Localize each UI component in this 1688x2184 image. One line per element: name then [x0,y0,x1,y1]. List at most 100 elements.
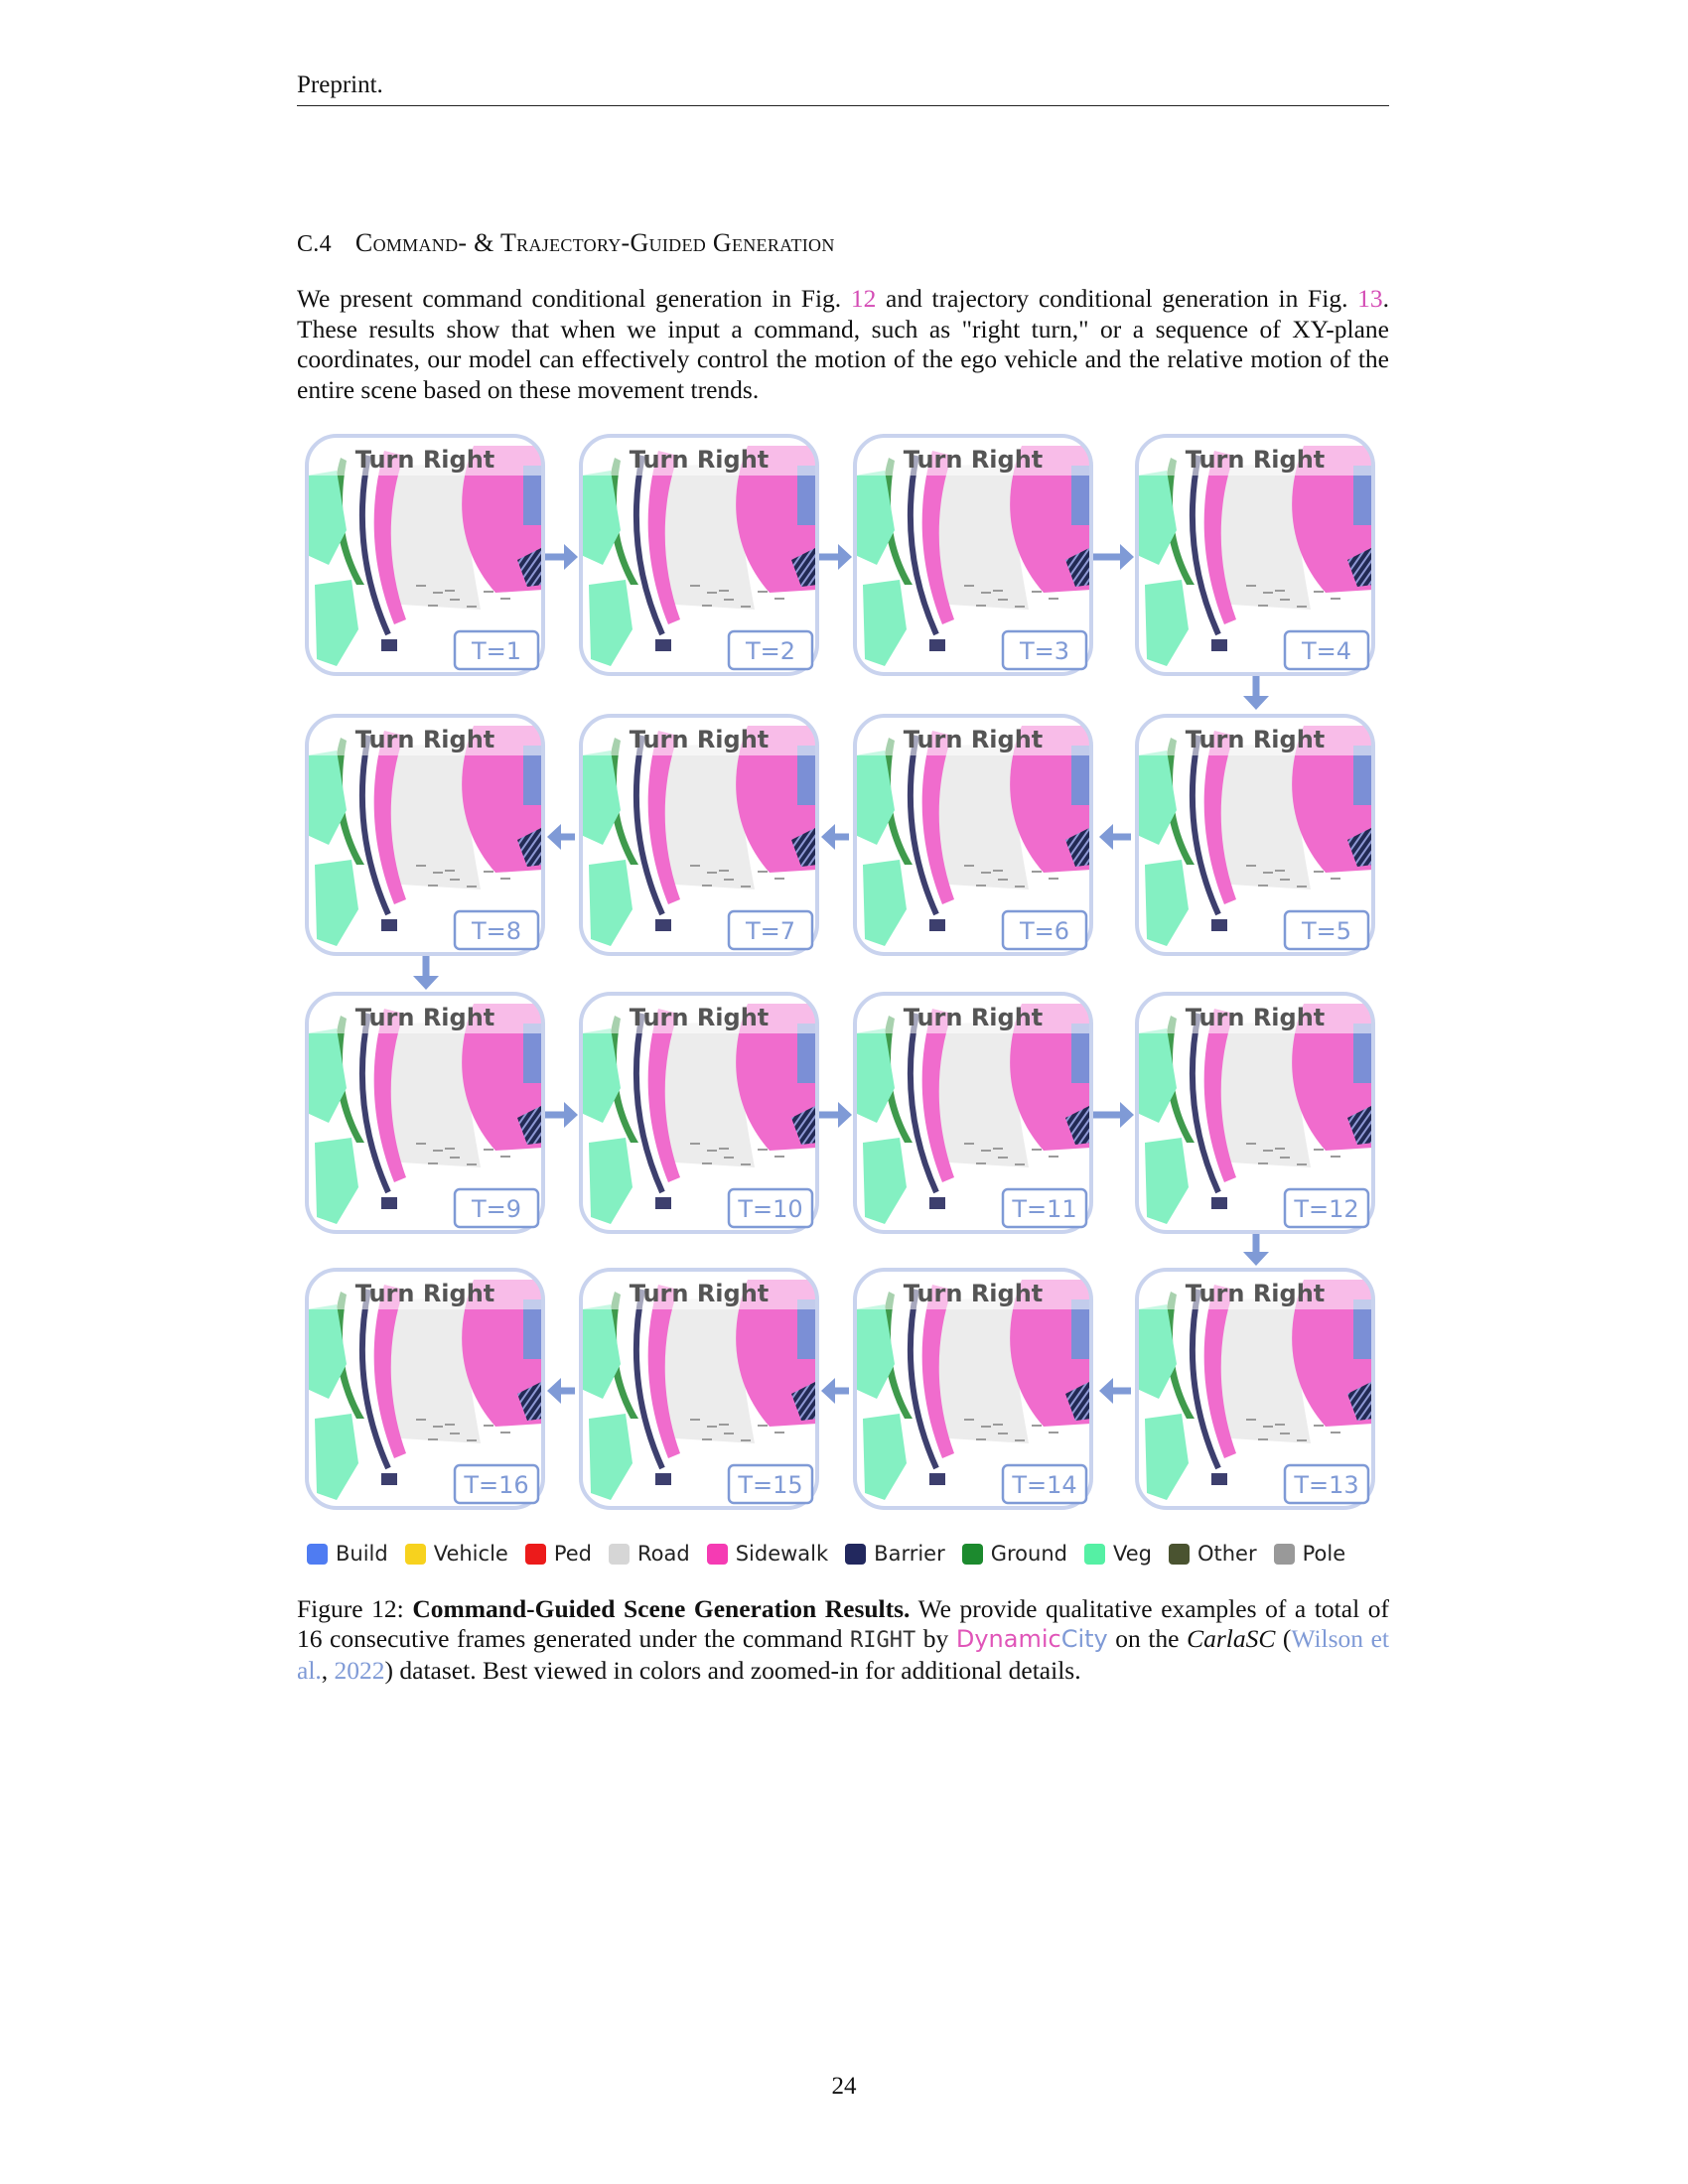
barrier-object [655,919,671,931]
legend-swatch [307,1543,328,1565]
road-speckle [1314,1425,1324,1427]
road-speckle [1297,1439,1307,1441]
caption-text: ( [1275,1624,1292,1653]
scene-frame: Turn Right T=8 [305,714,545,956]
figure-ref-13[interactable]: 13 [1357,284,1383,313]
road-speckle [741,1163,751,1165]
command-label: Turn Right [1186,1004,1326,1031]
command-label: Turn Right [630,726,770,753]
road-speckle [719,870,729,872]
legend-swatch [404,1543,426,1565]
road-speckle [724,1433,734,1434]
road-speckle [500,598,510,600]
road-speckle [467,1163,477,1165]
legend-item-other: Other [1168,1542,1257,1566]
road-speckle [1280,879,1290,881]
road-speckle [964,1419,974,1421]
road-speckle [724,599,734,601]
scene-frame: Turn Right T=15 [579,1268,819,1510]
barrier-object [655,639,671,651]
road-speckle [758,1425,768,1427]
road-speckle [467,1439,477,1441]
command-label: Turn Right [355,726,495,753]
barrier-object [381,639,397,651]
scene-frame-grid: Turn RightT=1Turn RightT=2Turn RightT=3T… [305,434,1375,1510]
figure-ref-12[interactable]: 12 [851,284,877,313]
road-speckle [964,1143,974,1145]
road-speckle [774,1432,784,1433]
road-speckle [500,1432,510,1433]
scene-frame: Turn Right T=12 [1135,992,1375,1234]
time-label: T=4 [1301,637,1351,665]
caption-label: Figure 12: [297,1594,413,1623]
road-speckle [1263,1426,1273,1428]
command-label: Turn Right [904,1280,1044,1307]
scene-frame: Turn Right T=4 [1135,434,1375,676]
road-speckle [1032,1425,1042,1427]
road-speckle [467,606,477,608]
caption-text: , [321,1656,335,1685]
legend-item-ped: Ped [524,1542,592,1566]
road-speckle [484,1149,493,1151]
flow-arrow [413,956,439,990]
flow-arrow [545,1102,578,1128]
road-speckle [964,865,974,867]
road-speckle [774,1156,784,1158]
road-speckle [1314,1149,1324,1151]
road-speckle [976,885,986,887]
legend-label: Veg [1112,1542,1152,1566]
time-label: T=3 [1019,637,1069,665]
road-speckle [724,1157,734,1159]
road-speckle [445,870,455,872]
road-speckle [450,1157,460,1159]
road-speckle [433,872,443,874]
road-speckle [758,591,768,593]
scene-frame: Turn Right T=6 [853,714,1093,956]
legend-swatch [1273,1543,1295,1565]
road-speckle [1331,1432,1340,1433]
road-speckle [993,870,1003,872]
method-name-part1: Dynamic [955,1625,1061,1653]
road-speckle [1246,1143,1256,1145]
barrier-object [929,1473,945,1485]
road-speckle [1032,1149,1042,1151]
road-speckle [1297,886,1307,887]
road-speckle [1275,1148,1285,1150]
section-number: C.4 [297,231,332,257]
time-label: T=7 [745,917,795,945]
flow-arrow [1099,824,1131,850]
road-speckle [445,590,455,592]
road-speckle [1263,1150,1273,1152]
barrier-object [381,1473,397,1485]
caption-title: Command-Guided Scene Generation Results. [412,1594,911,1623]
scene-frame: Turn Right T=3 [853,434,1093,676]
road-speckle [1015,606,1025,608]
scene-frame: Turn Right T=2 [579,434,819,676]
flow-arrow [821,824,849,850]
road-speckle [450,1433,460,1434]
road-speckle [993,590,1003,592]
flow-arrow [821,1378,849,1404]
road-speckle [758,871,768,873]
road-speckle [976,1162,986,1164]
road-speckle [1331,1156,1340,1158]
barrier-object [1211,639,1227,651]
flow-arrow [1099,1378,1131,1404]
road-speckle [1314,591,1324,593]
road-speckle [467,886,477,887]
command-label: Turn Right [1186,1280,1326,1307]
scene-frame: Turn Right T=1 [305,434,545,676]
citation-year[interactable]: 2022 [335,1656,385,1685]
legend-swatch [706,1543,728,1565]
command-label: Turn Right [630,1004,770,1031]
figure-caption: Figure 12: Command-Guided Scene Generati… [297,1594,1389,1686]
road-speckle [1258,885,1268,887]
road-speckle [741,886,751,887]
road-speckle [1032,871,1042,873]
legend-item-pole: Pole [1273,1542,1345,1566]
road-speckle [758,1149,768,1151]
time-label: T=14 [1011,1471,1076,1499]
section-title: Command- & Trajectory-Guided Generation [354,228,835,257]
road-speckle [428,885,438,887]
time-label: T=1 [471,637,521,665]
